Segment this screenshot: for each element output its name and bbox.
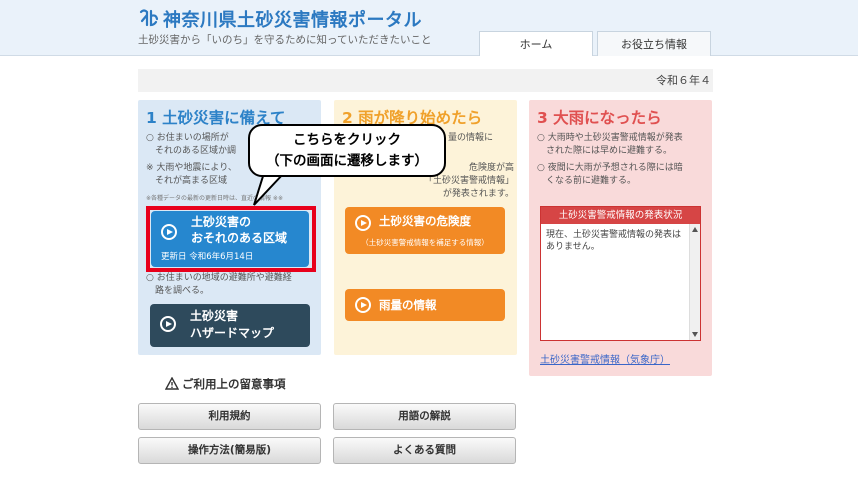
heavy-rain-text-1: ○ 大雨時や土砂災害警戒情報が発表 された際には早めに避難する。 [537,133,683,156]
prepare-note: ※各種データの最新の更新日時は、直近の情報 ※※ [146,195,283,202]
site-subtitle: 土砂災害から「いのち」を守るために知っていただきたいこと [138,34,432,46]
heavy-rain-heading: 3 大雨になったら [537,109,662,127]
site-header: 神奈川県土砂災害情報ポータル 土砂災害から「いのち」を守るために知っていただきた… [0,0,858,56]
rain-start-text-1: 量の情報に [448,133,494,143]
tab-home[interactable]: ホーム [479,31,593,56]
scroll-up-icon[interactable] [692,227,698,232]
heavy-rain-text-2: ○ 夜間に大雨が予想される際には暗 くなる前に避難する。 [537,163,683,186]
danger-level-label: 土砂災害の危険度 [379,214,471,228]
rainfall-info-label: 雨量の情報 [379,298,437,312]
kanagawa-logo-icon [138,8,160,28]
scroll-down-icon[interactable] [692,332,698,337]
play-circle-icon [160,316,176,332]
danger-level-sublabel: （土砂災害警戒情報を補足する情報） [361,238,489,247]
date-bar: 令和６年４ [138,69,713,92]
glossary-button[interactable]: 用語の解説 [333,403,516,430]
hazard-map-label-2: ハザードマップ [190,326,275,340]
warning-status-box: 土砂災害警戒情報の発表状況 現在、土砂災害警戒情報の発表はありません。 [540,206,701,341]
site-title[interactable]: 神奈川県土砂災害情報ポータル [163,6,422,32]
hazard-map-button[interactable]: 土砂災害 ハザードマップ [150,304,310,347]
notice-heading: ご利用上の留意事項 [164,376,286,393]
callout-tail [253,172,285,206]
rainfall-info-button[interactable]: 雨量の情報 [345,289,505,321]
click-here-callout: こちらをクリック （下の画面に遷移します） [248,124,446,177]
warning-status-text: 現在、土砂災害警戒情報の発表はありません。 [546,230,682,252]
notice-heading-text: ご利用上の留意事項 [182,377,286,391]
danger-level-button[interactable]: 土砂災害の危険度 （土砂災害警戒情報を補足する情報） [345,207,505,254]
callout-line-1: こちらをクリック [293,132,401,148]
warning-scrollbar[interactable] [689,224,700,340]
how-to-use-button[interactable]: 操作方法(簡易版) [138,437,321,464]
jma-warning-link[interactable]: 土砂災害警戒情報（気象庁） [540,351,670,366]
hazard-map-label-1: 土砂災害 [190,309,239,323]
callout-line-2: （下の画面に遷移します） [266,153,428,169]
highlight-frame [146,206,316,272]
terms-of-use-button[interactable]: 利用規約 [138,403,321,430]
warning-triangle-icon [164,376,180,393]
warning-status-title: 土砂災害警戒情報の発表状況 [541,207,700,224]
faq-button[interactable]: よくある質問 [333,437,516,464]
play-circle-icon [355,215,371,231]
tab-useful-info[interactable]: お役立ち情報 [597,31,711,56]
prepare-text-4: ○ お住まいの地域の避難所や避難経 路を調べる。 [146,273,292,296]
play-circle-icon [355,297,371,313]
